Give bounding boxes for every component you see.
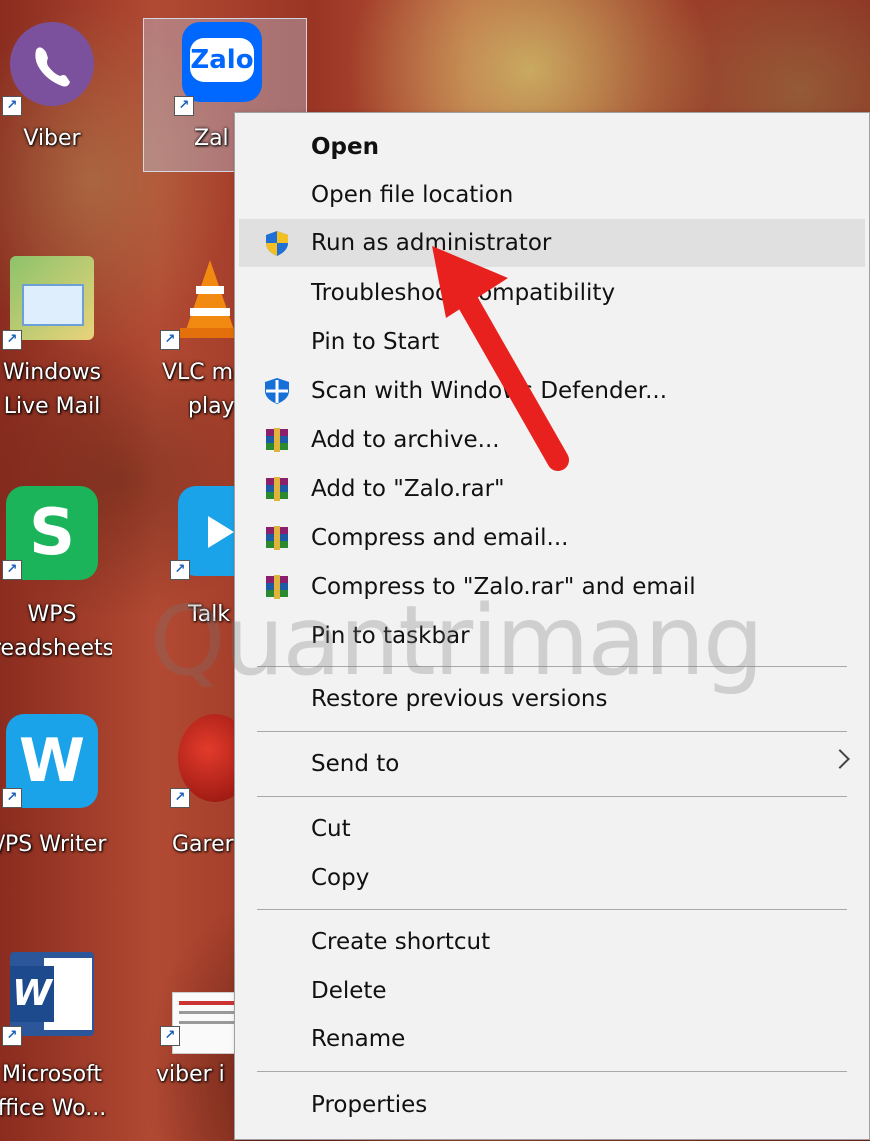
shortcut-arrow-icon: ↗ bbox=[2, 788, 22, 808]
menu-separator bbox=[257, 731, 847, 732]
menu-separator bbox=[257, 796, 847, 797]
menu-item-label: Run as administrator bbox=[311, 230, 552, 256]
menu-item-compress-and-email[interactable]: Compress and email... bbox=[239, 514, 865, 562]
icon-label: /PS Writer bbox=[0, 832, 107, 857]
icon-label: Live Mail bbox=[3, 394, 101, 419]
menu-item-label: Properties bbox=[311, 1092, 428, 1118]
shortcut-arrow-icon: ↗ bbox=[160, 330, 180, 350]
shortcut-arrow-icon: ↗ bbox=[170, 560, 190, 580]
menu-item-open[interactable]: Open bbox=[239, 123, 865, 171]
shortcut-arrow-icon: ↗ bbox=[2, 330, 22, 350]
menu-item-troubleshoot-compatibility[interactable]: Troubleshoot compatibility bbox=[239, 269, 865, 317]
menu-item-label: Restore previous versions bbox=[311, 686, 608, 712]
icon-label: readsheets bbox=[0, 636, 112, 661]
menu-item-label: Compress and email... bbox=[311, 525, 569, 551]
menu-separator bbox=[257, 1071, 847, 1072]
menu-item-rename[interactable]: Rename bbox=[239, 1015, 865, 1063]
menu-item-label: Send to bbox=[311, 751, 400, 777]
menu-item-create-shortcut[interactable]: Create shortcut bbox=[239, 918, 865, 966]
menu-item-pin-to-taskbar[interactable]: Pin to taskbar bbox=[239, 612, 865, 660]
menu-item-label: Compress to "Zalo.rar" and email bbox=[311, 574, 696, 600]
menu-item-copy[interactable]: Copy bbox=[239, 854, 865, 902]
menu-item-scan-windows-defender[interactable]: Scan with Windows Defender... bbox=[239, 367, 865, 415]
menu-item-compress-to-zalo-rar-and-email[interactable]: Compress to "Zalo.rar" and email bbox=[239, 563, 865, 611]
winrar-icon bbox=[263, 524, 291, 552]
menu-item-cut[interactable]: Cut bbox=[239, 805, 865, 853]
menu-item-properties[interactable]: Properties bbox=[239, 1081, 865, 1129]
zalo-icon: Zalo bbox=[182, 22, 262, 102]
menu-separator bbox=[257, 666, 847, 667]
menu-item-send-to[interactable]: Send to bbox=[239, 740, 865, 788]
winrar-icon bbox=[263, 426, 291, 454]
menu-item-label: Add to "Zalo.rar" bbox=[311, 476, 505, 502]
menu-separator bbox=[257, 909, 847, 910]
menu-item-restore-previous-versions[interactable]: Restore previous versions bbox=[239, 675, 865, 723]
menu-item-label: Pin to taskbar bbox=[311, 623, 470, 649]
menu-item-label: Open bbox=[311, 134, 379, 160]
viber-icon bbox=[10, 22, 94, 106]
icon-label: Microsoft bbox=[1, 1062, 103, 1087]
menu-item-label: Cut bbox=[311, 816, 351, 842]
menu-item-label: Create shortcut bbox=[311, 929, 491, 955]
icon-label: Viber bbox=[23, 126, 81, 151]
icon-label: WPS bbox=[27, 602, 77, 627]
shortcut-arrow-icon: ↗ bbox=[2, 1026, 22, 1046]
uac-shield-icon bbox=[263, 229, 291, 257]
windows-defender-icon bbox=[263, 377, 291, 405]
menu-item-pin-to-start[interactable]: Pin to Start bbox=[239, 318, 865, 366]
icon-label: ffice Wo... bbox=[0, 1096, 107, 1121]
menu-item-delete[interactable]: Delete bbox=[239, 967, 865, 1015]
menu-item-label: Delete bbox=[311, 978, 387, 1004]
menu-item-add-to-archive[interactable]: Add to archive... bbox=[239, 416, 865, 464]
shortcut-arrow-icon: ↗ bbox=[160, 1026, 180, 1046]
shortcut-arrow-icon: ↗ bbox=[2, 96, 22, 116]
menu-item-label: Pin to Start bbox=[311, 329, 440, 355]
menu-item-label: Troubleshoot compatibility bbox=[311, 280, 616, 306]
menu-item-label: Scan with Windows Defender... bbox=[311, 378, 668, 404]
chevron-right-icon bbox=[830, 749, 850, 769]
menu-item-label: Rename bbox=[311, 1026, 406, 1052]
menu-item-run-as-administrator[interactable]: Run as administrator bbox=[239, 219, 865, 267]
menu-item-label: Open file location bbox=[311, 182, 514, 208]
shortcut-arrow-icon: ↗ bbox=[2, 560, 22, 580]
mail-icon bbox=[10, 256, 94, 340]
icon-label: Windows bbox=[2, 360, 102, 385]
winrar-icon bbox=[263, 573, 291, 601]
menu-item-open-file-location[interactable]: Open file location bbox=[239, 171, 865, 219]
menu-item-add-to-zalo-rar[interactable]: Add to "Zalo.rar" bbox=[239, 465, 865, 513]
word-icon: W bbox=[10, 952, 94, 1036]
menu-item-label: Copy bbox=[311, 865, 370, 891]
zalo-tile-text: Zalo bbox=[190, 38, 254, 82]
context-menu: Open Open file location Run as administr… bbox=[234, 112, 870, 1140]
shortcut-arrow-icon: ↗ bbox=[174, 96, 194, 116]
winrar-icon bbox=[263, 475, 291, 503]
menu-item-label: Add to archive... bbox=[311, 427, 500, 453]
shortcut-arrow-icon: ↗ bbox=[170, 788, 190, 808]
